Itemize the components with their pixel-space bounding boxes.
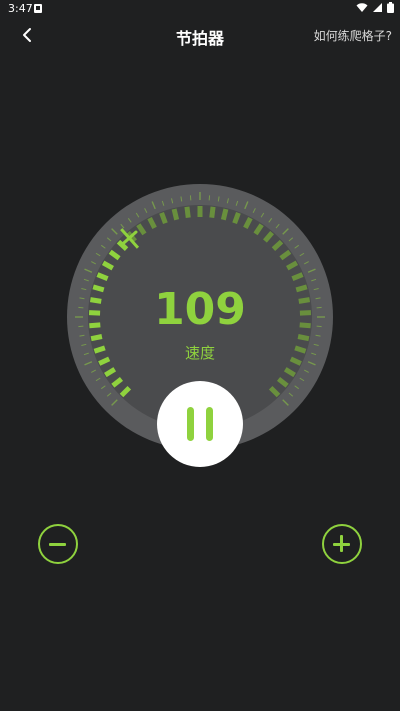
bpm-value: 109 bbox=[154, 284, 246, 335]
header: 节拍器 如何练爬格子? bbox=[0, 18, 400, 52]
increase-tempo-button[interactable] bbox=[322, 524, 362, 564]
dial-segment bbox=[90, 334, 103, 342]
help-link[interactable]: 如何练爬格子? bbox=[314, 27, 392, 44]
plus-icon-vertical bbox=[340, 535, 343, 552]
pause-icon-bar bbox=[206, 407, 213, 441]
status-time: 3:47 bbox=[8, 2, 33, 15]
dial-segment bbox=[171, 208, 180, 221]
decrease-tempo-button[interactable] bbox=[38, 524, 78, 564]
bpm-label: 速度 bbox=[184, 344, 215, 362]
dial-segment bbox=[209, 206, 216, 218]
pause-icon bbox=[187, 407, 194, 441]
cellular-icon bbox=[373, 3, 382, 12]
status-bar: 3:47 bbox=[0, 0, 400, 18]
dial-segment bbox=[184, 206, 191, 218]
dial-segment bbox=[297, 334, 310, 342]
minus-icon bbox=[49, 543, 66, 546]
play-pause-button[interactable] bbox=[157, 381, 243, 467]
notification-icon bbox=[34, 4, 42, 13]
system-icons bbox=[356, 2, 394, 13]
battery-icon bbox=[387, 2, 394, 13]
wifi-icon bbox=[356, 2, 368, 12]
dial-segment bbox=[220, 208, 229, 221]
